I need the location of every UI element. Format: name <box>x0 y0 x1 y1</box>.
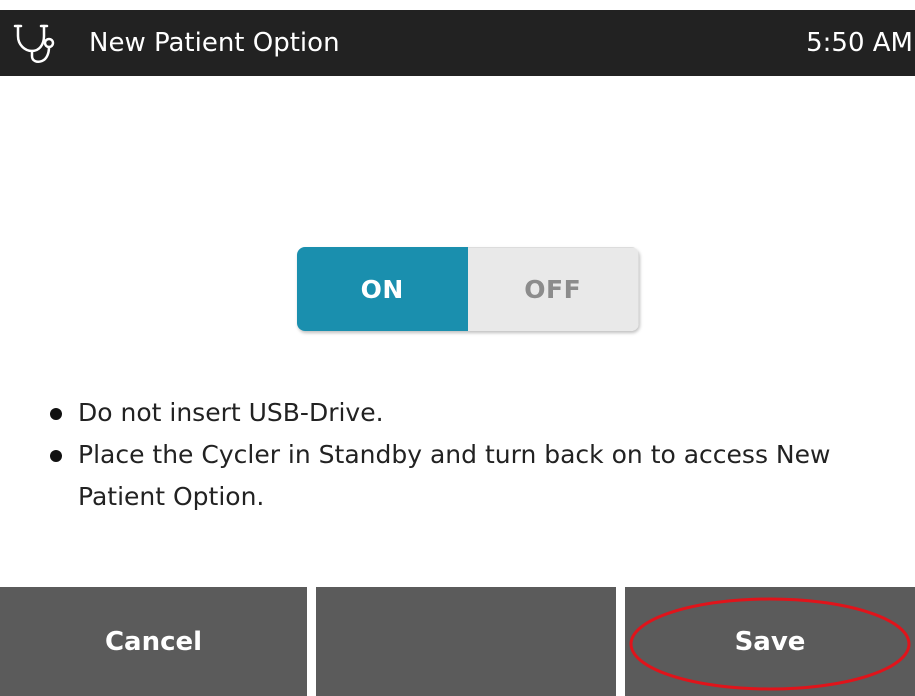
bullet-icon <box>50 450 62 462</box>
clock-time: 5:50 AM <box>806 28 913 58</box>
stethoscope-icon <box>13 24 55 64</box>
instruction-item: Do not insert USB-Drive. <box>48 392 898 434</box>
blank-button[interactable] <box>316 587 616 696</box>
bottom-button-bar: Cancel Save <box>0 587 915 696</box>
save-button[interactable]: Save <box>625 587 915 696</box>
toggle-on-option[interactable]: ON <box>297 247 468 331</box>
instruction-text: Do not insert USB-Drive. <box>78 398 384 427</box>
page-title: New Patient Option <box>89 28 340 58</box>
cancel-button[interactable]: Cancel <box>0 587 307 696</box>
instruction-text: Place the Cycler in Standby and turn bac… <box>78 440 831 511</box>
title-bar: New Patient Option 5:50 AM <box>0 10 915 76</box>
instruction-item: Place the Cycler in Standby and turn bac… <box>48 434 898 518</box>
toggle-off-option[interactable]: OFF <box>467 247 639 331</box>
instruction-list: Do not insert USB-Drive. Place the Cycle… <box>48 392 898 518</box>
screen: New Patient Option 5:50 AM ON OFF Do not… <box>0 0 915 696</box>
top-strip <box>0 0 915 10</box>
bullet-icon <box>50 408 62 420</box>
new-patient-option-toggle[interactable]: ON OFF <box>297 247 639 331</box>
